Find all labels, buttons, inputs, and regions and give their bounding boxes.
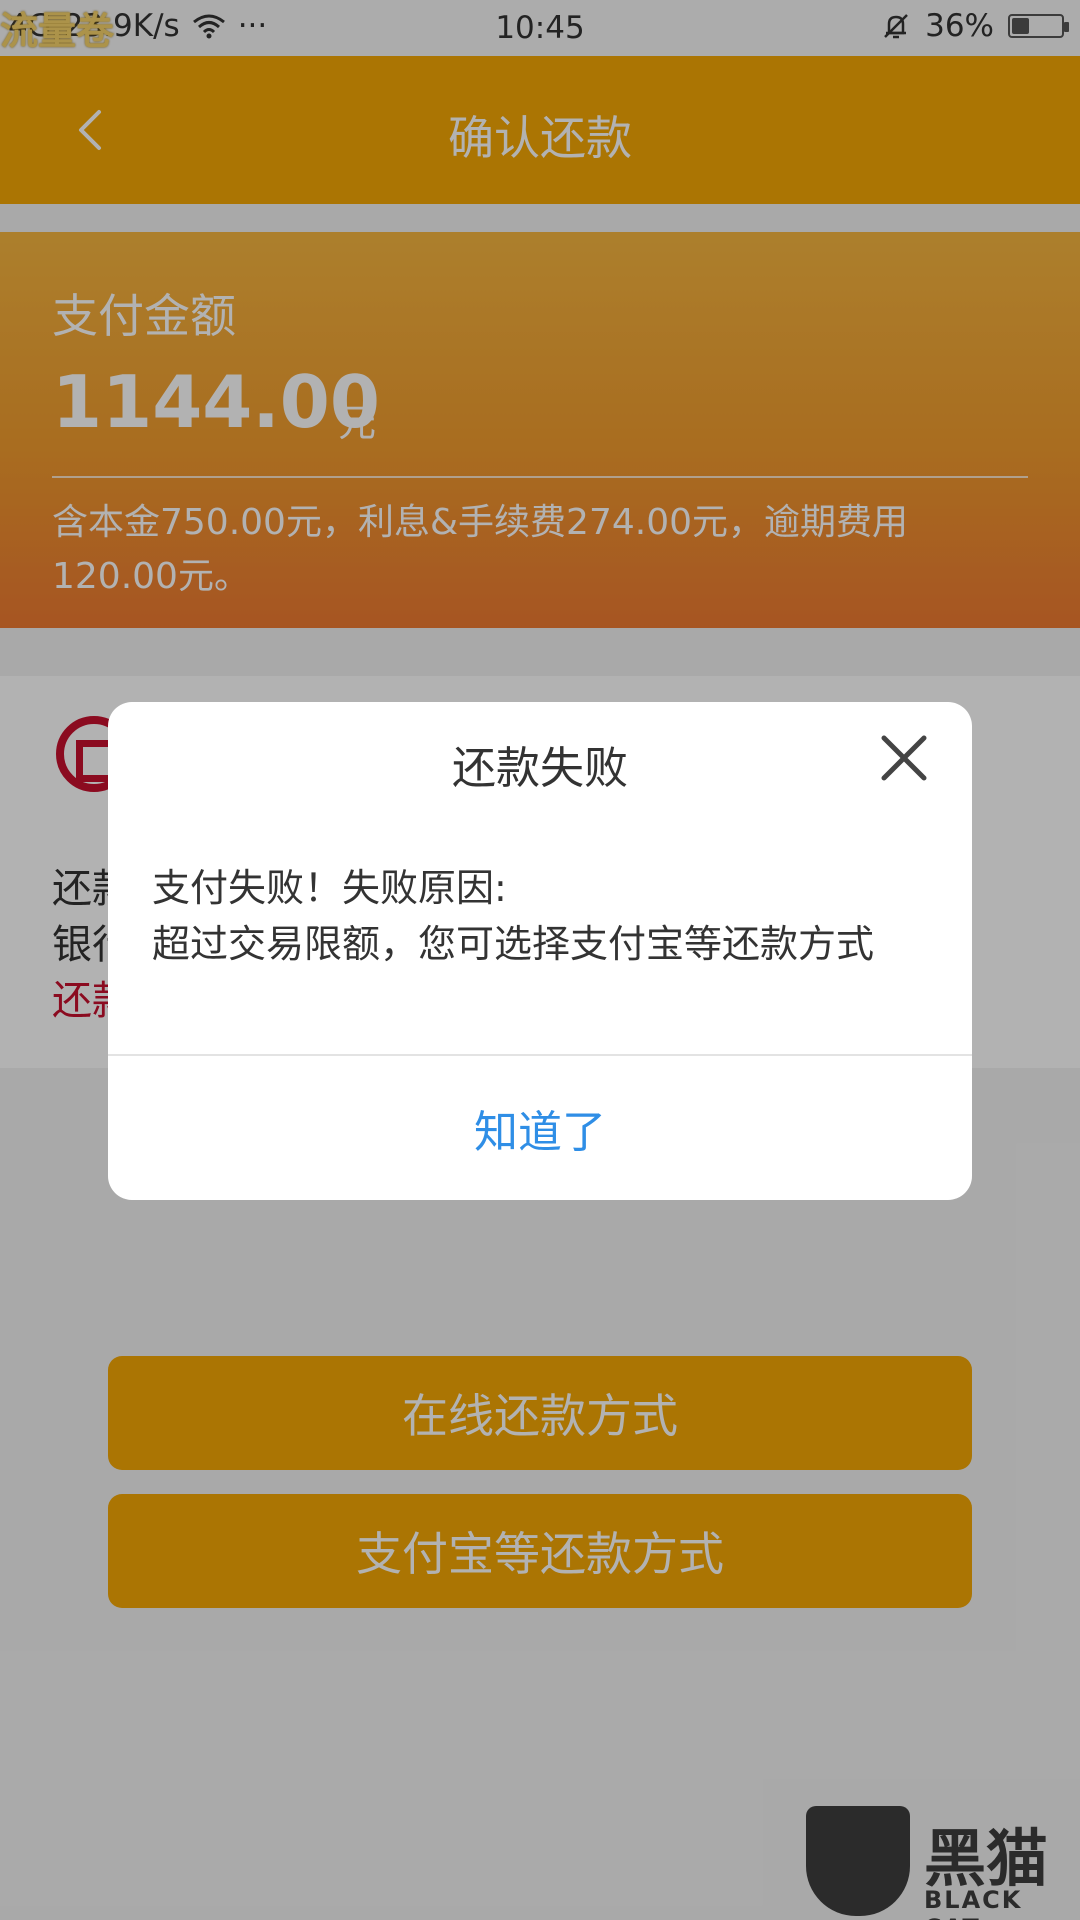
dialog-title: 还款失败	[452, 743, 628, 794]
dialog-message-line2: 超过交易限额，您可选择支付宝等还款方式	[152, 922, 875, 966]
ok-button[interactable]: 知道了	[108, 1056, 972, 1200]
close-icon	[881, 735, 927, 781]
dialog-message: 支付失败！失败原因: 超过交易限额，您可选择支付宝等还款方式	[152, 860, 932, 972]
dialog-message-line1: 支付失败！失败原因:	[152, 866, 507, 910]
close-button[interactable]	[878, 732, 930, 784]
repay-failed-dialog: 还款失败 支付失败！失败原因: 超过交易限额，您可选择支付宝等还款方式 知道了	[108, 702, 972, 1200]
